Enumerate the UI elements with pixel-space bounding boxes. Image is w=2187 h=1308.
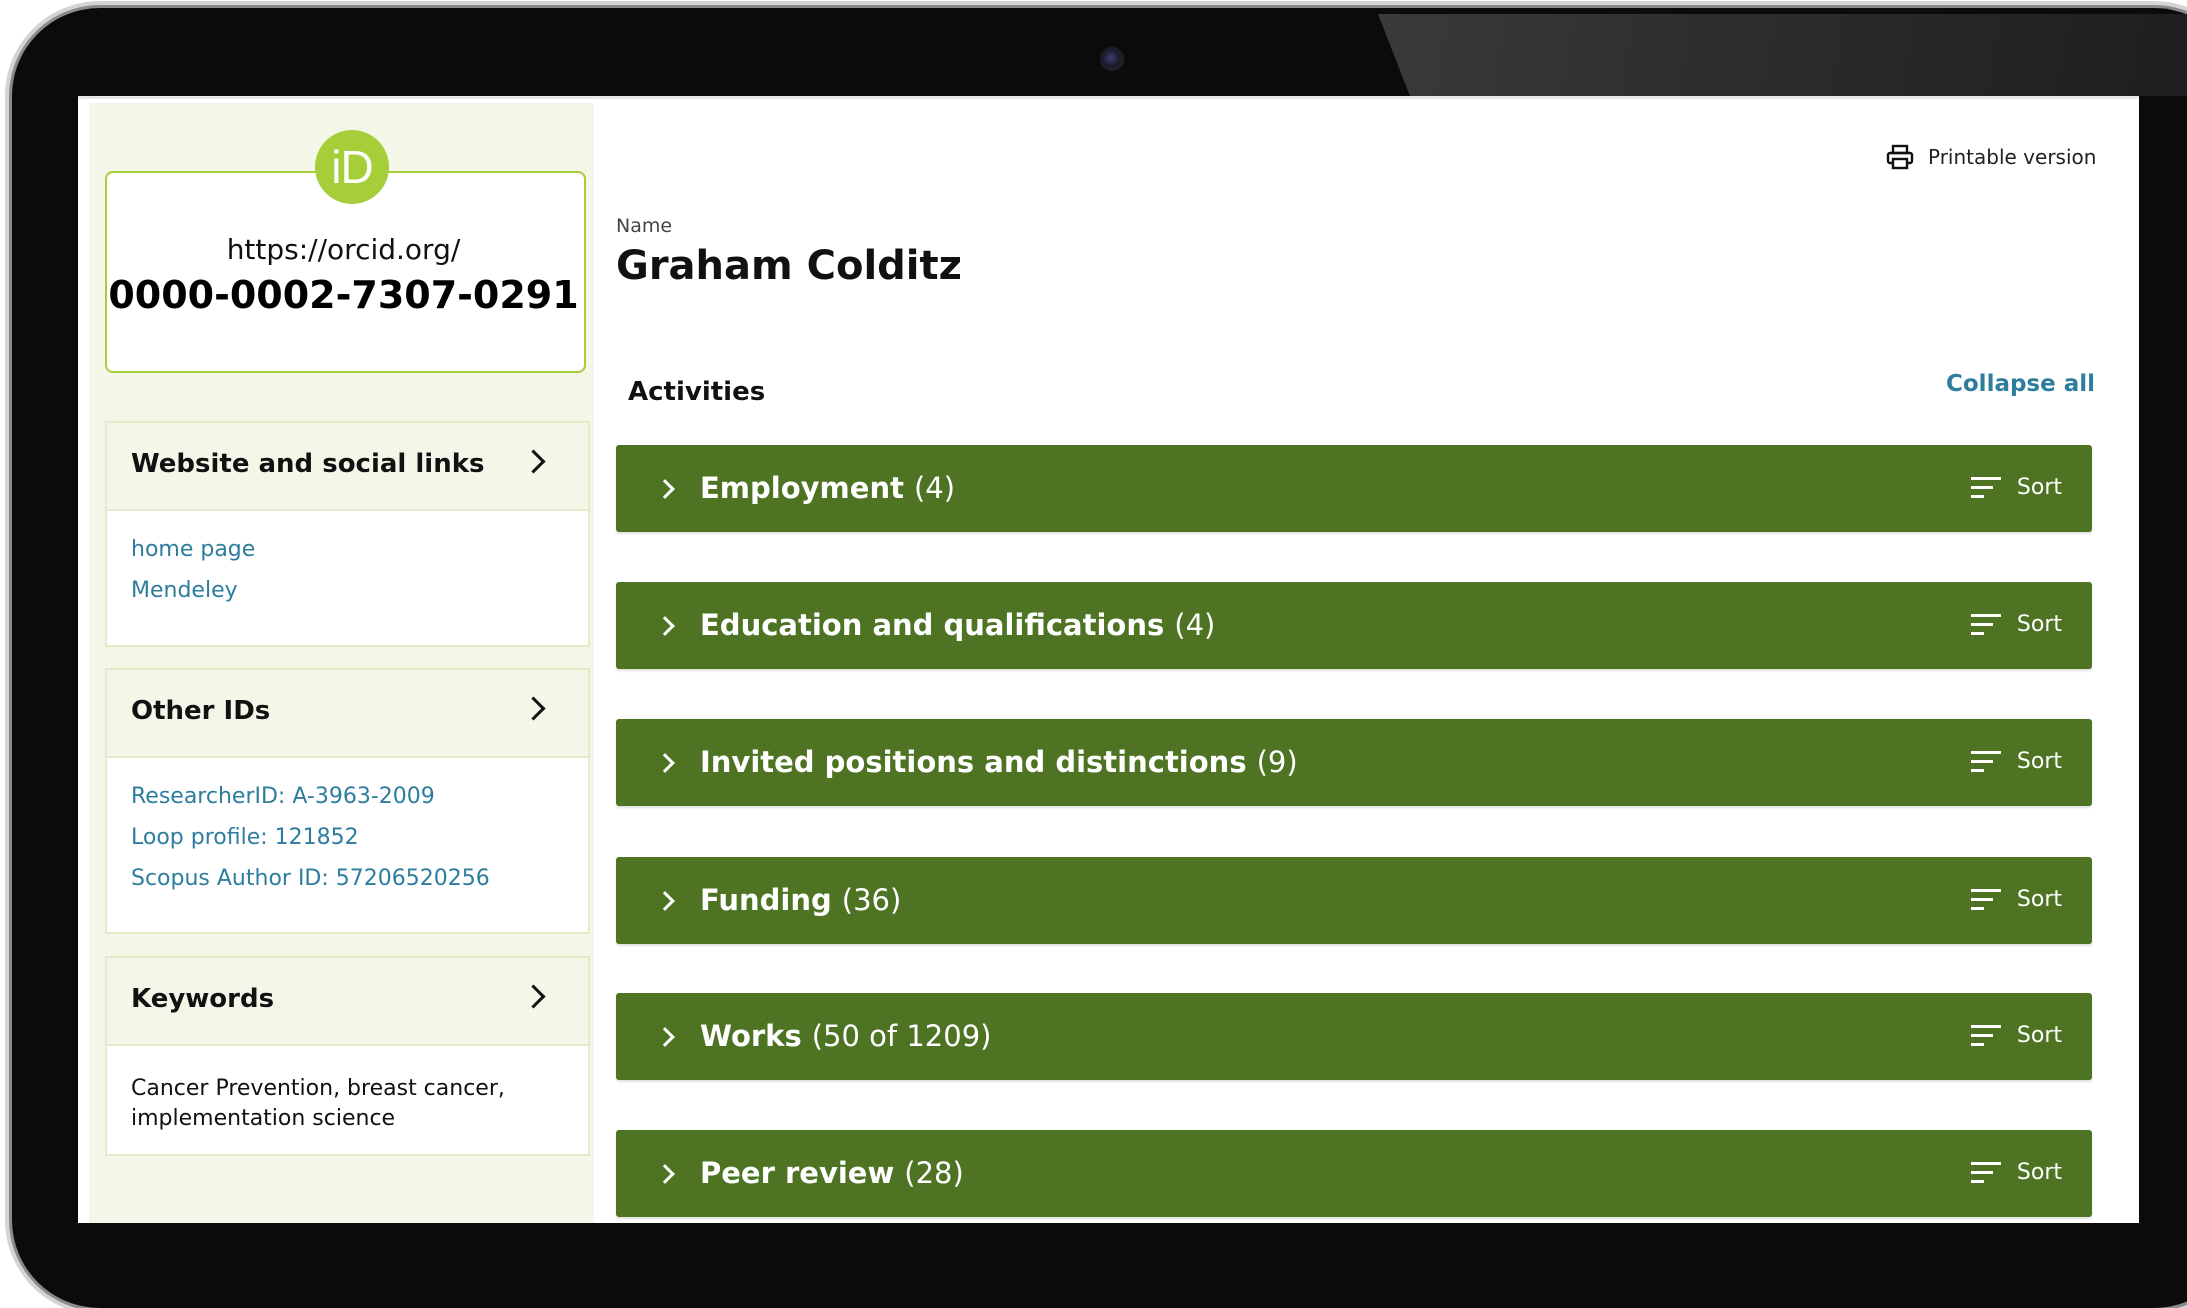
other-ids-panel: Other IDs ResearcherID: A-3963-2009 Loop… xyxy=(105,668,590,934)
sort-icon xyxy=(1970,750,2001,773)
sort-button[interactable]: Sort xyxy=(1970,749,2062,774)
keywords-panel-header[interactable]: Keywords xyxy=(107,958,588,1046)
sort-icon xyxy=(1970,476,2001,499)
section-title: Funding (36) xyxy=(700,883,901,917)
section-count: (50 of 1209) xyxy=(811,1019,992,1053)
chevron-right-icon[interactable] xyxy=(521,696,546,721)
section-works[interactable]: Works (50 of 1209) Sort xyxy=(616,993,2092,1080)
printable-version-label: Printable version xyxy=(1928,145,2097,169)
section-title-text: Invited positions and distinctions xyxy=(700,745,1247,779)
section-title: Education and qualifications (4) xyxy=(700,608,1215,642)
section-count: (4) xyxy=(1174,608,1216,642)
chevron-right-icon[interactable] xyxy=(521,449,546,474)
keywords-text: Cancer Prevention, breast cancer, implem… xyxy=(131,1076,505,1131)
sort-button[interactable]: Sort xyxy=(1970,1160,2062,1185)
chevron-right-icon[interactable] xyxy=(655,616,675,636)
chevron-right-icon[interactable] xyxy=(655,891,675,911)
keywords-panel: Keywords Cancer Prevention, breast cance… xyxy=(105,956,590,1156)
other-id-link-researcherid[interactable]: ResearcherID: A-3963-2009 xyxy=(131,776,564,817)
other-ids-panel-title: Other IDs xyxy=(131,696,271,726)
section-title: Employment (4) xyxy=(700,471,955,505)
section-title-text: Peer review xyxy=(700,1156,895,1190)
sort-icon xyxy=(1970,1024,2001,1047)
sort-label: Sort xyxy=(2016,749,2062,774)
person-name: Graham Colditz xyxy=(616,243,962,289)
section-title: Peer review (28) xyxy=(700,1156,964,1190)
section-employment[interactable]: Employment (4) Sort xyxy=(616,445,2092,532)
other-ids-panel-header[interactable]: Other IDs xyxy=(107,670,588,758)
section-title: Invited positions and distinctions (9) xyxy=(700,745,1298,779)
other-ids-panel-body: ResearcherID: A-3963-2009 Loop profile: … xyxy=(107,758,588,917)
section-title-text: Employment xyxy=(700,471,904,505)
name-label: Name xyxy=(616,215,673,237)
chevron-right-icon[interactable] xyxy=(655,1164,675,1184)
printable-version-button[interactable]: Printable version xyxy=(1886,144,2096,170)
section-title-text: Funding xyxy=(700,883,832,917)
sort-button[interactable]: Sort xyxy=(1970,475,2062,500)
section-title: Works (50 of 1209) xyxy=(700,1019,991,1053)
sidebar: iD https://orcid.org/ 0000-0002-7307-029… xyxy=(89,103,594,1223)
section-invited-positions-and-distinctions[interactable]: Invited positions and distinctions (9) So… xyxy=(616,719,2092,806)
section-peer-review[interactable]: Peer review (28) Sort xyxy=(616,1130,2092,1217)
orcid-logo-icon: iD xyxy=(315,130,389,204)
sort-button[interactable]: Sort xyxy=(1970,887,2062,912)
sort-button[interactable]: Sort xyxy=(1970,1023,2062,1048)
section-count: (9) xyxy=(1256,745,1298,779)
sort-label: Sort xyxy=(2016,887,2062,912)
section-count: (36) xyxy=(841,883,902,917)
activities-heading: Activities xyxy=(628,377,766,407)
section-count: (4) xyxy=(913,471,956,505)
other-id-link-scopus[interactable]: Scopus Author ID: 57206520256 xyxy=(131,858,564,899)
website-link-home-page[interactable]: home page xyxy=(131,529,564,570)
sort-label: Sort xyxy=(2016,475,2062,500)
section-count: (28) xyxy=(904,1156,964,1190)
sort-label: Sort xyxy=(2016,1023,2062,1048)
websites-panel-title: Website and social links xyxy=(131,449,485,479)
webcam xyxy=(1100,47,1124,71)
chevron-right-icon[interactable] xyxy=(655,479,675,499)
sort-icon xyxy=(1970,613,2001,636)
section-title-text: Works xyxy=(700,1019,802,1053)
sort-button[interactable]: Sort xyxy=(1970,612,2062,637)
websites-panel: Website and social links home page Mende… xyxy=(105,421,590,647)
websites-panel-body: home page Mendeley xyxy=(107,511,588,629)
section-education-and-qualifications[interactable]: Education and qualifications (4) Sort xyxy=(616,582,2092,669)
sort-label: Sort xyxy=(2016,612,2062,637)
website-link-mendeley[interactable]: Mendeley xyxy=(131,570,564,611)
chevron-right-icon[interactable] xyxy=(521,984,546,1009)
sort-icon xyxy=(1970,1161,2001,1184)
sort-label: Sort xyxy=(2016,1160,2062,1185)
orcid-url-prefix: https://orcid.org/ xyxy=(226,233,461,266)
websites-panel-header[interactable]: Website and social links xyxy=(107,423,588,511)
keywords-panel-title: Keywords xyxy=(131,984,275,1014)
section-title-text: Education and qualifications xyxy=(700,608,1165,642)
orcid-id-number: 0000-0002-7307-0291 xyxy=(108,273,579,317)
chevron-right-icon[interactable] xyxy=(655,753,675,773)
sort-icon xyxy=(1970,888,2001,911)
keywords-panel-body: Cancer Prevention, breast cancer, implem… xyxy=(107,1046,588,1152)
section-funding[interactable]: Funding (36) Sort xyxy=(616,857,2092,944)
chevron-right-icon[interactable] xyxy=(655,1027,675,1047)
other-id-link-loop[interactable]: Loop profile: 121852 xyxy=(131,817,564,858)
printer-icon xyxy=(1886,144,1914,170)
bezel-glare xyxy=(1378,14,2187,96)
collapse-all-link[interactable]: Collapse all xyxy=(1946,371,2095,397)
browser-screen: iD https://orcid.org/ 0000-0002-7307-029… xyxy=(78,96,2139,1223)
